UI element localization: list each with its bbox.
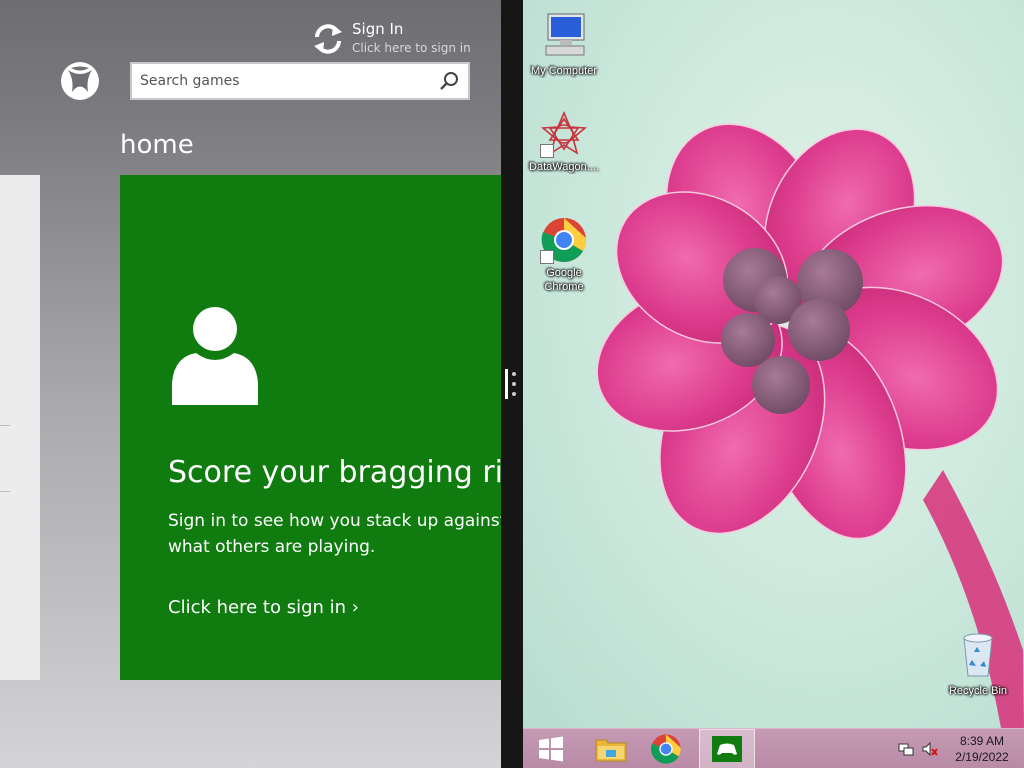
tile-body: Sign in to see how you stack up against …: [168, 508, 501, 560]
search-box: [130, 62, 470, 100]
shortcut-arrow-icon: [540, 250, 554, 264]
xbox-games-icon: [712, 736, 742, 762]
sign-in-title: Sign In: [352, 20, 404, 38]
taskbar-clock[interactable]: 8:39 AM 2/19/2022: [947, 733, 1017, 765]
volume-muted-icon[interactable]: [922, 741, 938, 757]
search-icon[interactable]: [438, 70, 460, 92]
tile-body-line: what others are playing.: [168, 537, 376, 557]
sign-in-link[interactable]: Click here to sign in ›: [168, 597, 359, 618]
splitter-grip-handle[interactable]: [503, 369, 521, 399]
xbox-logo-icon[interactable]: [60, 61, 100, 101]
desktop-icon-datawagon[interactable]: DataWagon....: [523, 110, 605, 174]
file-explorer-icon: [595, 739, 627, 762]
taskbar-file-explorer[interactable]: [583, 729, 639, 768]
chrome-icon: [540, 216, 588, 264]
desktop-icon-recycle-bin[interactable]: Recycle Bin: [937, 630, 1019, 698]
tile-headline: Score your bragging rig: [168, 455, 501, 490]
desktop-icon-my-computer[interactable]: My Computer: [523, 10, 605, 78]
desktop-icon-google-chrome[interactable]: Google Chrome: [523, 216, 605, 294]
sign-in-button[interactable]: Sign In Click here to sign in: [311, 20, 496, 60]
snap-splitter[interactable]: [501, 0, 523, 768]
chrome-icon: [651, 734, 681, 764]
taskbar-xbox-games[interactable]: [699, 729, 755, 768]
sign-in-subtitle: Click here to sign in: [352, 41, 471, 55]
shortcut-arrow-icon: [540, 144, 554, 158]
tile-body-line: Sign in to see how you stack up against: [168, 511, 501, 531]
start-button[interactable]: [523, 729, 579, 768]
divider: [0, 491, 10, 492]
section-title: home: [120, 130, 194, 160]
desktop-icon-label: DataWagon....: [529, 161, 599, 173]
user-icon: [172, 307, 258, 405]
games-app-window: Sign In Click here to sign in home Score…: [0, 0, 501, 768]
grip-dot: [512, 392, 516, 396]
desktop-icon-label: Google Chrome: [544, 267, 584, 293]
taskbar: 8:39 AM 2/19/2022: [523, 728, 1024, 768]
grip-dot: [512, 372, 516, 376]
sync-icon: [314, 24, 342, 54]
clock-time: 8:39 AM: [959, 734, 1005, 748]
windows-start-icon: [539, 736, 563, 762]
datawagon-icon: [540, 110, 588, 158]
grip-dot: [512, 382, 516, 386]
recycle-bin-icon: [963, 633, 993, 677]
network-icon[interactable]: [898, 741, 914, 757]
computer-icon: [545, 13, 585, 56]
search-input[interactable]: [132, 64, 432, 98]
sign-in-tile[interactable]: Score your bragging rig Sign in to see h…: [120, 175, 501, 680]
clock-date: 2/19/2022: [955, 750, 1009, 764]
divider: [0, 425, 10, 426]
desktop[interactable]: My Computer DataWagon.... Google Chrome …: [523, 0, 1024, 728]
desktop-icon-label: Recycle Bin: [948, 685, 1008, 697]
previous-panel[interactable]: [0, 175, 40, 680]
taskbar-chrome[interactable]: [638, 729, 694, 768]
desktop-icon-label: My Computer: [530, 65, 598, 77]
grip-bar: [505, 369, 508, 399]
